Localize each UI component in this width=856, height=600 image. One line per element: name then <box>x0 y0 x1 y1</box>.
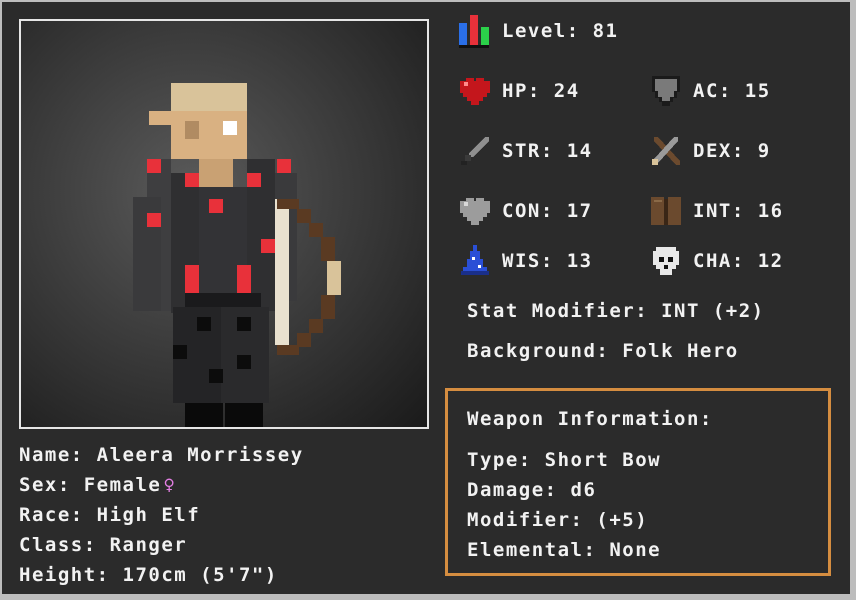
height-value: 170cm (5'7") <box>122 564 278 586</box>
class-label: Class: <box>19 534 97 556</box>
cha-value: 12 <box>757 250 784 272</box>
weapon-elemental-value: None <box>609 539 662 561</box>
skull-icon <box>653 247 679 275</box>
weapon-info-title: Weapon Information: <box>467 408 713 430</box>
stat-modifier-label: Stat Modifier: <box>467 300 649 322</box>
weapon-damage-label: Damage: <box>467 479 558 501</box>
sex-label: Sex: <box>19 474 71 496</box>
gray-heart-icon <box>460 198 490 225</box>
cha-label: CHA: <box>693 250 745 272</box>
weapon-modifier-row: Modifier: (+5) <box>467 509 648 531</box>
cha-stat: CHA: 12 <box>648 244 784 278</box>
weapon-modifier-value: (+5) <box>596 509 649 531</box>
level-stat: Level: 81 <box>457 14 618 48</box>
race-value: High Elf <box>96 504 201 526</box>
weapon-elemental-label: Elemental: <box>467 539 597 561</box>
weapon-elemental-row: Elemental: None <box>467 539 661 561</box>
character-sheet: Name: Aleera Morrissey Sex: Female ♀ Race… <box>2 2 850 594</box>
character-name: Aleera Morrissey <box>96 444 304 466</box>
book-icon <box>651 197 681 225</box>
class-value: Ranger <box>109 534 188 556</box>
wizard-hat-icon <box>461 245 489 275</box>
ac-label: AC: <box>693 80 732 102</box>
ranger-sprite <box>133 83 341 427</box>
weapon-info-panel: Weapon Information: Type: Short Bow Dama… <box>445 388 831 576</box>
shield-icon <box>652 76 680 106</box>
ac-stat: AC: 15 <box>648 74 771 108</box>
weapon-damage-row: Damage: d6 <box>467 479 596 501</box>
race-label: Race: <box>19 504 84 526</box>
ac-value: 15 <box>744 80 771 102</box>
hp-label: HP: <box>502 80 541 102</box>
weapon-type-label: Type: <box>467 449 532 471</box>
wis-value: 13 <box>566 250 593 272</box>
con-value: 17 <box>566 200 593 222</box>
con-stat: CON: 17 <box>457 194 593 228</box>
str-value: 14 <box>566 140 593 162</box>
weapon-damage-value: d6 <box>570 479 597 501</box>
dex-label: DEX: <box>693 140 745 162</box>
weapon-modifier-label: Modifier: <box>467 509 584 531</box>
sword-icon <box>461 137 489 165</box>
stat-modifier-line: Stat Modifier: INT (+2) <box>467 296 765 326</box>
dex-value: 9 <box>757 140 771 162</box>
int-stat: INT: 16 <box>648 194 784 228</box>
weapon-type-row: Type: Short Bow <box>467 449 661 471</box>
class-row: Class: Ranger <box>19 530 304 560</box>
hp-stat: HP: 24 <box>457 74 580 108</box>
wis-stat: WIS: 13 <box>457 244 593 278</box>
heart-icon <box>460 78 490 105</box>
int-value: 16 <box>757 200 784 222</box>
sex-value: Female <box>83 474 162 496</box>
dex-stat: DEX: 9 <box>648 134 771 168</box>
female-symbol-icon: ♀ <box>163 474 177 496</box>
background-line: Background: Folk Hero <box>467 336 739 366</box>
name-row: Name: Aleera Morrissey <box>19 440 304 470</box>
str-label: STR: <box>502 140 554 162</box>
sex-row: Sex: Female ♀ <box>19 470 304 500</box>
character-portrait <box>19 19 429 429</box>
int-label: INT: <box>693 200 745 222</box>
height-label: Height: <box>19 564 110 586</box>
level-bars-icon <box>459 15 489 48</box>
str-stat: STR: 14 <box>457 134 593 168</box>
character-info: Name: Aleera Morrissey Sex: Female ♀ Race… <box>19 440 304 590</box>
background-label: Background: <box>467 340 610 362</box>
weapon-type-value: Short Bow <box>544 449 662 471</box>
hp-value: 24 <box>553 80 580 102</box>
height-row: Height: 170cm (5'7") <box>19 560 304 590</box>
race-row: Race: High Elf <box>19 500 304 530</box>
level-value: 81 <box>592 20 619 42</box>
stat-modifier-value: INT (+2) <box>661 300 765 322</box>
level-label: Level: <box>502 20 580 42</box>
crossed-tools-icon <box>652 137 680 165</box>
background-value: Folk Hero <box>622 340 739 362</box>
wis-label: WIS: <box>502 250 554 272</box>
name-label: Name: <box>19 444 84 466</box>
con-label: CON: <box>502 200 554 222</box>
